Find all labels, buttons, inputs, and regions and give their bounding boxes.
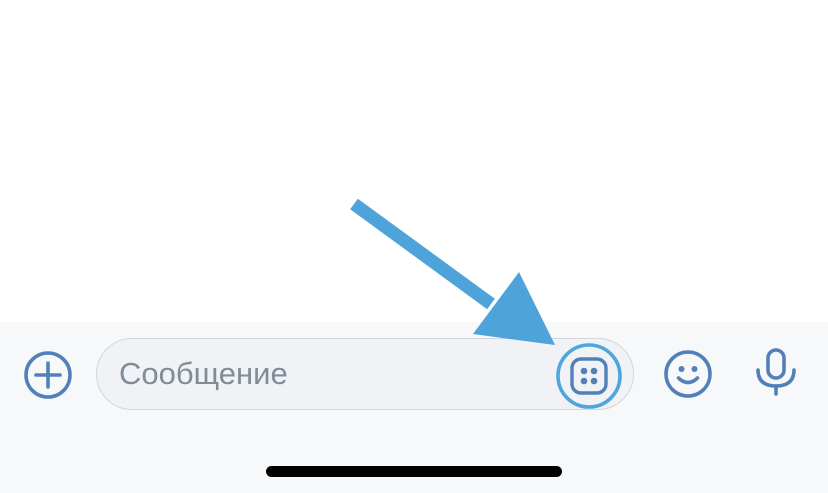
message-input[interactable] [119,339,539,409]
message-composer-bar [0,322,828,493]
attach-button[interactable] [22,349,74,401]
chat-screen [0,0,828,493]
emoji-button[interactable] [662,348,714,400]
message-history-area [0,0,828,322]
message-field [96,338,634,410]
apps-button[interactable] [556,343,622,409]
voice-message-button[interactable] [750,346,802,398]
microphone-icon [756,348,796,396]
emoji-smile-icon [664,350,712,398]
plus-circle-icon [24,351,72,399]
apps-grid-icon [556,343,622,409]
home-indicator [266,466,562,477]
